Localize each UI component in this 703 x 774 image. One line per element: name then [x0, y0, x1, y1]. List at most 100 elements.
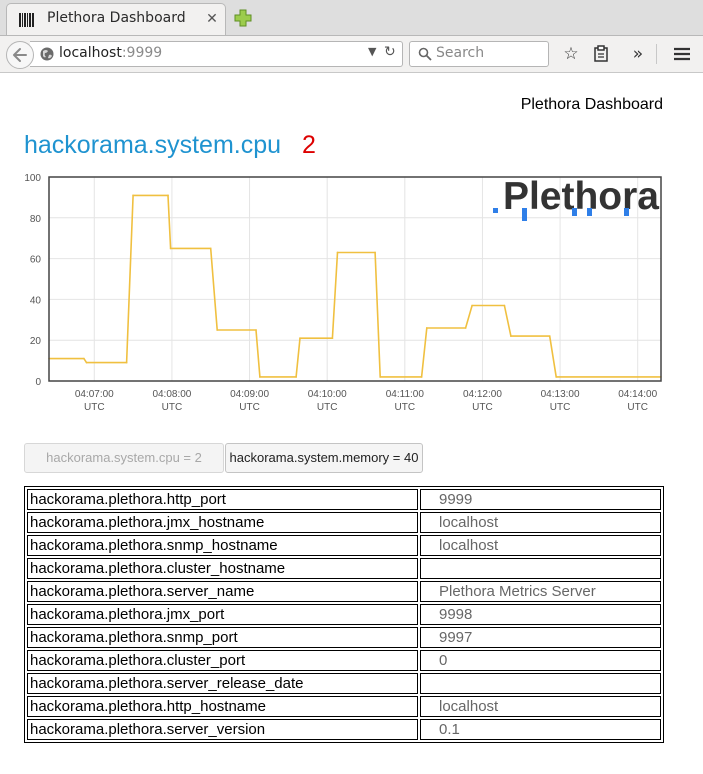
- property-value: localhost: [420, 696, 661, 717]
- data-point: [299, 337, 301, 339]
- y-tick-label: 0: [35, 377, 41, 388]
- reload-icon[interactable]: ↻: [384, 44, 396, 60]
- property-key: hackorama.plethora.snmp_hostname: [27, 535, 418, 556]
- url-text: localhost:9999: [59, 45, 162, 61]
- property-value: localhost: [420, 535, 661, 556]
- properties-table: hackorama.plethora.http_port 9999 hackoram…: [24, 486, 664, 743]
- x-tick-label: 04:14:00: [618, 389, 657, 400]
- table-row: hackorama.plethora.cluster_hostname: [27, 558, 661, 579]
- property-key: hackorama.plethora.server_version: [27, 719, 418, 740]
- metric-button[interactable]: hackorama.system.cpu = 2: [24, 443, 224, 473]
- data-point: [209, 247, 212, 250]
- x-tick-zone: UTC: [84, 402, 105, 413]
- url-host: localhost: [59, 45, 122, 61]
- y-tick-label: 80: [30, 214, 42, 225]
- nav-bar: localhost:9999 ▼ ↻ Search ☆ »: [0, 35, 703, 73]
- table-row: hackorama.plethora.http_port 9999: [27, 489, 661, 510]
- table-row: hackorama.plethora.snmp_port 9997: [27, 627, 661, 648]
- property-value: Plethora Metrics Server: [420, 581, 661, 602]
- data-point: [426, 327, 428, 329]
- back-arrow-icon: [13, 48, 27, 62]
- logo-bar: [493, 208, 498, 213]
- bookmark-star-icon[interactable]: ☆: [561, 44, 581, 64]
- data-point: [374, 251, 376, 254]
- favicon-icon: [19, 13, 34, 27]
- x-tick-zone: UTC: [395, 402, 416, 413]
- property-value: [420, 558, 661, 579]
- x-tick-zone: UTC: [550, 402, 571, 413]
- x-tick-zone: UTC: [162, 402, 183, 413]
- new-tab-icon[interactable]: [234, 9, 252, 27]
- property-value: localhost: [420, 512, 661, 533]
- property-value: 9999: [420, 489, 661, 510]
- data-point: [420, 376, 423, 378]
- property-key: hackorama.plethora.server_name: [27, 581, 418, 602]
- data-point: [548, 335, 551, 337]
- x-tick-label: 04:07:00: [75, 389, 114, 400]
- menu-icon[interactable]: [672, 44, 692, 64]
- overflow-chevron-icon[interactable]: »: [628, 44, 648, 64]
- table-row: hackorama.plethora.jmx_hostname localhost: [27, 512, 661, 533]
- data-point: [331, 337, 334, 339]
- property-key: hackorama.plethora.jmx_hostname: [27, 512, 418, 533]
- metric-button[interactable]: hackorama.system.memory = 40: [225, 443, 423, 473]
- search-input[interactable]: Search: [409, 41, 549, 67]
- x-tick-label: 04:11:00: [386, 389, 425, 400]
- property-key: hackorama.plethora.snmp_port: [27, 627, 418, 648]
- data-point: [259, 376, 261, 378]
- close-icon[interactable]: ✕: [203, 10, 221, 28]
- x-tick-zone: UTC: [472, 402, 493, 413]
- data-point: [555, 376, 557, 378]
- logo-bar: [624, 208, 629, 216]
- url-bar[interactable]: localhost:9999 ▼ ↻: [30, 41, 403, 67]
- property-key: hackorama.plethora.http_hostname: [27, 696, 418, 717]
- metric-title: hackorama.system.cpu: [24, 131, 282, 159]
- tab-bar: Plethora Dashboard ✕: [0, 0, 703, 36]
- x-tick-label: 04:10:00: [308, 389, 347, 400]
- search-icon: [418, 47, 432, 61]
- y-tick-label: 20: [30, 336, 42, 347]
- property-key: hackorama.plethora.server_release_date: [27, 673, 418, 694]
- table-row: hackorama.plethora.server_release_date: [27, 673, 661, 694]
- property-key: hackorama.plethora.cluster_hostname: [27, 558, 418, 579]
- x-tick-zone: UTC: [627, 402, 648, 413]
- back-button[interactable]: [6, 41, 34, 69]
- y-tick-label: 60: [30, 255, 42, 266]
- data-point: [255, 329, 257, 331]
- url-dropdown-icon[interactable]: ▼: [368, 45, 376, 58]
- data-point: [379, 376, 382, 378]
- data-point: [169, 247, 172, 250]
- browser-tab[interactable]: Plethora Dashboard ✕: [6, 3, 226, 35]
- x-tick-label: 04:13:00: [541, 389, 580, 400]
- data-point: [510, 335, 512, 337]
- property-value: 9998: [420, 604, 661, 625]
- logo-bar: [587, 208, 592, 216]
- cpu-line-chart: 0 20 40 60 80 100 04:07:00 UTC 04:08:00 UTC 04:09:…: [24, 173, 662, 413]
- table-row: hackorama.plethora.jmx_port 9998: [27, 604, 661, 625]
- property-value: [420, 673, 661, 694]
- table-row: hackorama.plethora.server_name Plethora M…: [27, 581, 661, 602]
- x-tick-zone: UTC: [317, 402, 338, 413]
- reading-list-icon[interactable]: [591, 44, 611, 64]
- search-placeholder: Search: [436, 45, 485, 61]
- property-key: hackorama.plethora.cluster_port: [27, 650, 418, 671]
- table-row: hackorama.plethora.server_version 0.1: [27, 719, 661, 740]
- data-point: [295, 376, 297, 378]
- page-header: Plethora Dashboard: [520, 96, 663, 113]
- x-tick-label: 04:09:00: [230, 389, 269, 400]
- table-row: hackorama.plethora.snmp_hostname localhos…: [27, 535, 661, 556]
- y-tick-label: 100: [24, 173, 41, 184]
- property-key: hackorama.plethora.jmx_port: [27, 604, 418, 625]
- x-tick-zone: UTC: [239, 402, 260, 413]
- data-point: [503, 304, 506, 307]
- property-value: 0: [420, 650, 661, 671]
- data-point: [132, 194, 134, 197]
- property-value: 0.1: [420, 719, 661, 740]
- data-point: [85, 361, 88, 364]
- table-row: hackorama.plethora.cluster_port 0: [27, 650, 661, 671]
- url-port: :9999: [121, 45, 163, 61]
- x-tick-label: 04:12:00: [463, 389, 502, 400]
- logo-bar: [522, 208, 527, 221]
- data-point: [471, 304, 473, 307]
- property-key: hackorama.plethora.http_port: [27, 489, 418, 510]
